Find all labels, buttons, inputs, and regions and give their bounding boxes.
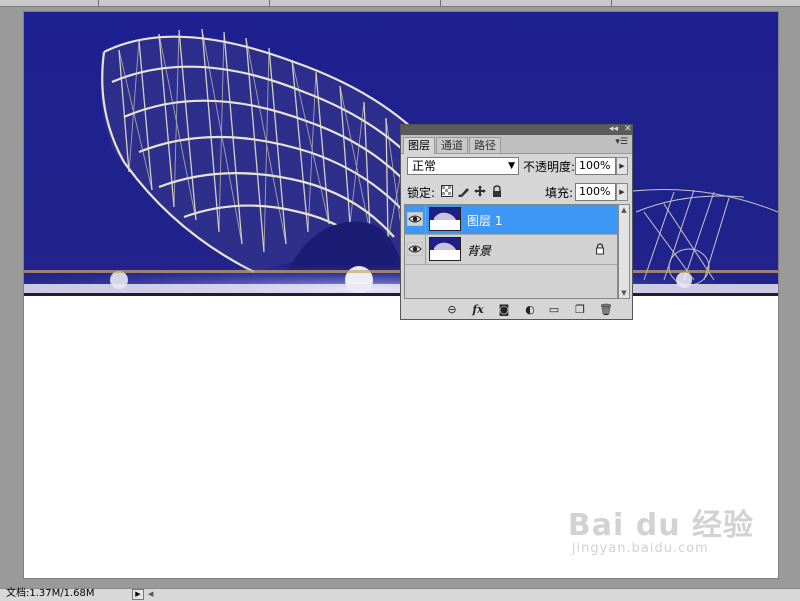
- document-tab[interactable]: [270, 0, 441, 6]
- lock-all-icon[interactable]: [491, 185, 503, 197]
- tab-channels[interactable]: 通道: [436, 137, 468, 153]
- lock-icon: [596, 243, 604, 255]
- layer-name[interactable]: 背景: [467, 242, 491, 259]
- lock-label: 锁定:: [407, 186, 436, 200]
- fx-icon[interactable]: fx: [471, 303, 485, 316]
- document-tab-strip: [0, 0, 800, 7]
- adjustment-icon[interactable]: ◐: [523, 303, 537, 316]
- collapse-icon[interactable]: ◂◂: [609, 123, 618, 135]
- trash-icon[interactable]: 🗑: [599, 303, 613, 316]
- link-icon[interactable]: ⊖: [445, 303, 459, 316]
- close-icon[interactable]: ✕: [624, 123, 632, 135]
- lock-image-pixels-icon[interactable]: [458, 185, 470, 197]
- document-size-info: 文档:1.37M/1.68M: [6, 588, 95, 599]
- blend-row: 正常 ▼ 不透明度: 100% ▶: [401, 155, 632, 177]
- opacity-label: 不透明度:: [523, 160, 576, 174]
- layer-thumbnail: [429, 207, 461, 231]
- watermark-url: jingyan.baidu.com: [571, 541, 709, 556]
- scroll-down-icon[interactable]: ▼: [619, 288, 629, 298]
- document-tab[interactable]: [0, 0, 99, 6]
- chevron-down-icon: ▼: [508, 161, 515, 171]
- opacity-input[interactable]: 100%: [575, 157, 616, 175]
- group-folder-icon[interactable]: ▭: [547, 303, 561, 316]
- lock-transparent-pixels-icon[interactable]: [441, 185, 453, 197]
- layer-name[interactable]: 图层 1: [467, 212, 502, 229]
- tab-layers[interactable]: 图层: [403, 137, 435, 154]
- opacity-stepper-arrow[interactable]: ▶: [616, 157, 628, 175]
- baidu-jingyan-watermark: Bai du 经验 jingyan.baidu.com: [567, 508, 754, 557]
- panel-tab-bar: 图层 通道 路径 ▾☰: [401, 135, 632, 154]
- blend-mode-select[interactable]: 正常 ▼: [407, 157, 519, 175]
- watermark-brand: Bai du 经验: [567, 508, 754, 543]
- layer-row-layer1[interactable]: 图层 1: [405, 205, 617, 235]
- eye-icon[interactable]: [407, 212, 423, 226]
- status-bar: 文档:1.37M/1.68M ▶ ◀: [0, 588, 800, 601]
- layer-thumbnail: [429, 237, 461, 261]
- scroll-up-icon[interactable]: ▲: [619, 205, 629, 215]
- document-tab[interactable]: [441, 0, 612, 6]
- mask-icon[interactable]: ◙: [497, 303, 511, 316]
- lock-position-icon[interactable]: [474, 185, 486, 197]
- document-tab[interactable]: [99, 0, 270, 6]
- scroll-left-icon[interactable]: ◀: [148, 589, 153, 600]
- document-tab[interactable]: [612, 0, 800, 6]
- layer-row-background[interactable]: 背景: [405, 235, 617, 265]
- tab-paths[interactable]: 路径: [469, 137, 501, 153]
- divider: [425, 235, 426, 265]
- fill-input[interactable]: 100%: [575, 183, 616, 201]
- layers-scrollbar[interactable]: ▲ ▼: [618, 204, 630, 299]
- status-menu-arrow[interactable]: ▶: [132, 589, 144, 600]
- panel-menu-icon[interactable]: ▾☰: [615, 137, 628, 147]
- fill-label: 填充:: [545, 186, 574, 200]
- layers-panel: ◂◂ ✕ 图层 通道 路径 ▾☰ 正常 ▼ 不透明度: 100% ▶ 锁定: 填…: [400, 124, 633, 320]
- panel-titlebar[interactable]: ◂◂ ✕: [401, 123, 632, 135]
- blend-mode-value: 正常: [412, 159, 437, 173]
- panel-footer: ⊖ fx ◙ ◐ ▭ ❐ 🗑: [401, 300, 632, 319]
- layers-list: 图层 1 背景: [404, 204, 618, 299]
- eye-icon[interactable]: [407, 242, 423, 256]
- divider: [425, 205, 426, 235]
- new-layer-icon[interactable]: ❐: [573, 303, 587, 316]
- fill-stepper-arrow[interactable]: ▶: [616, 183, 628, 201]
- lock-row: 锁定: 填充: 100% ▶: [401, 181, 632, 203]
